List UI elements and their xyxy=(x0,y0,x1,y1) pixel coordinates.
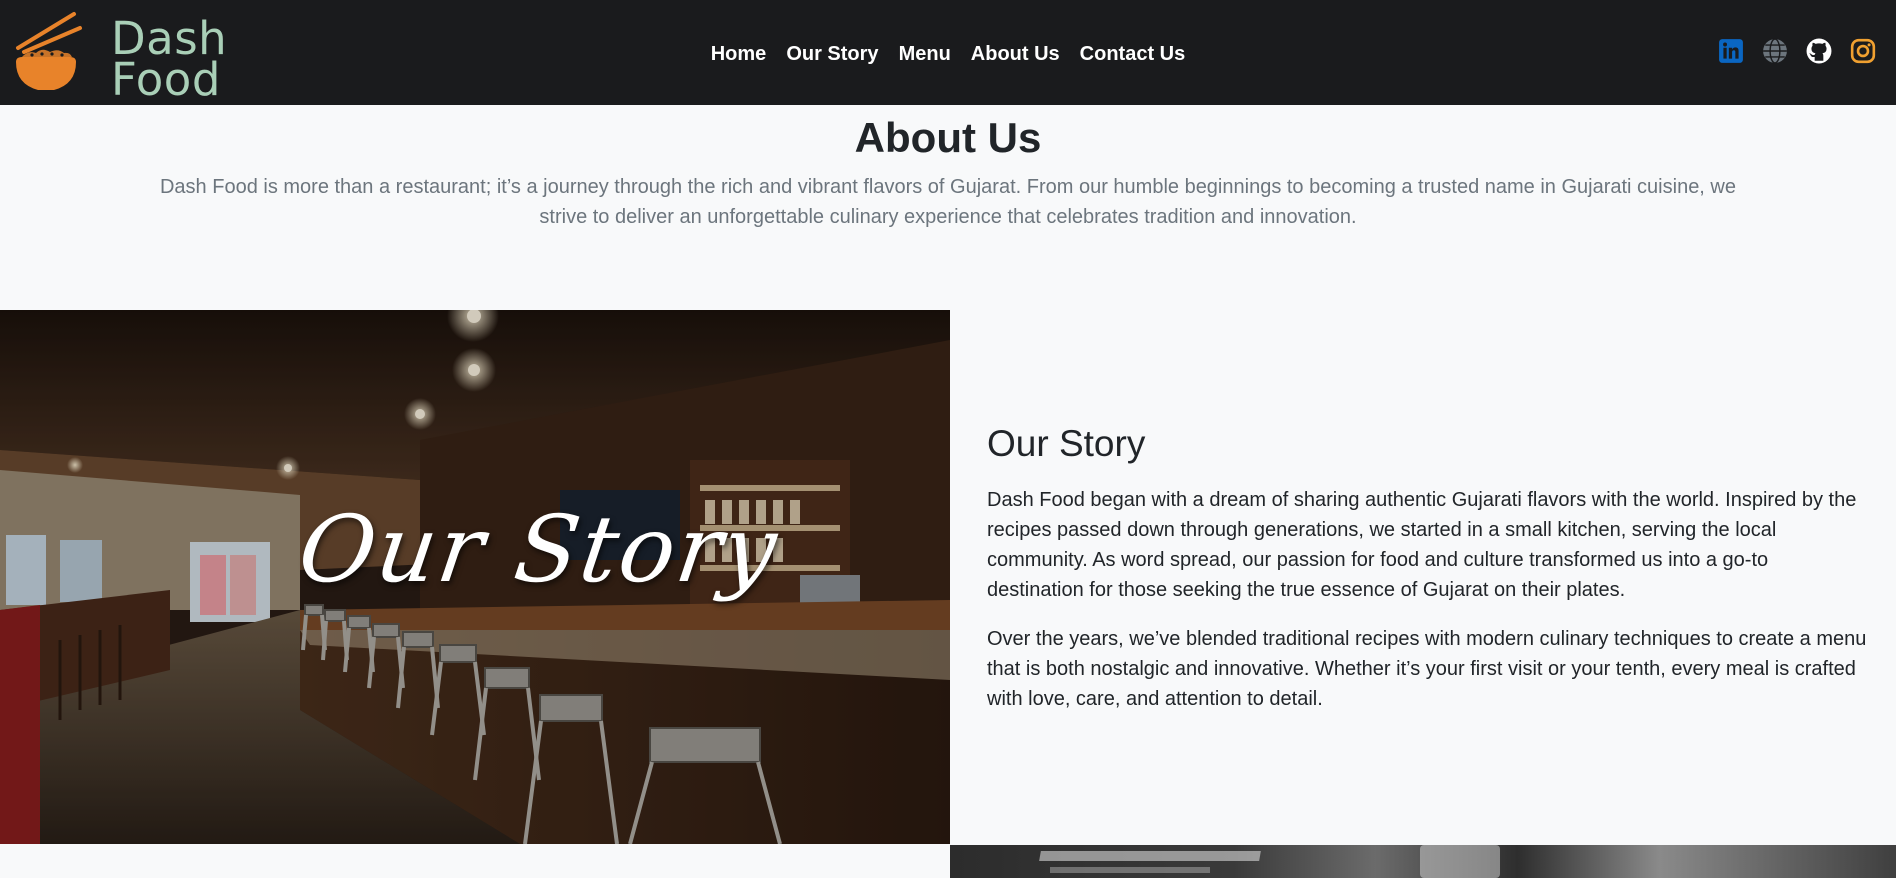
nav-about-us[interactable]: About Us xyxy=(971,40,1060,68)
nav-menu[interactable]: Menu xyxy=(899,40,951,68)
about-description: Dash Food is more than a restaurant; it’… xyxy=(159,176,1736,228)
image-detail xyxy=(1039,851,1261,861)
nav-our-story[interactable]: Our Story xyxy=(786,40,878,68)
navbar: Dash Food Home Our Story Menu About Us C… xyxy=(0,0,1896,105)
story-paragraph-2: Over the years, we’ve blended traditiona… xyxy=(987,628,1867,710)
about-title: About Us xyxy=(854,114,1042,161)
instagram-icon[interactable] xyxy=(1850,38,1876,64)
image-detail xyxy=(1420,845,1500,878)
story-image-overlay-text: Our Story xyxy=(292,496,785,603)
github-icon[interactable] xyxy=(1806,38,1832,64)
story-paragraph-1: Dash Food began with a dream of sharing … xyxy=(987,489,1857,601)
nav-contact-us[interactable]: Contact Us xyxy=(1080,40,1186,68)
social-links xyxy=(1700,38,1876,66)
linkedin-icon[interactable] xyxy=(1718,38,1744,64)
main-nav: Home Our Story Menu About Us Contact Us xyxy=(0,40,1896,68)
globe-icon[interactable] xyxy=(1762,38,1788,64)
image-detail xyxy=(1050,867,1210,873)
nav-home[interactable]: Home xyxy=(711,40,767,68)
story-heading: Our Story xyxy=(987,423,1146,464)
next-section-image xyxy=(950,845,1896,878)
